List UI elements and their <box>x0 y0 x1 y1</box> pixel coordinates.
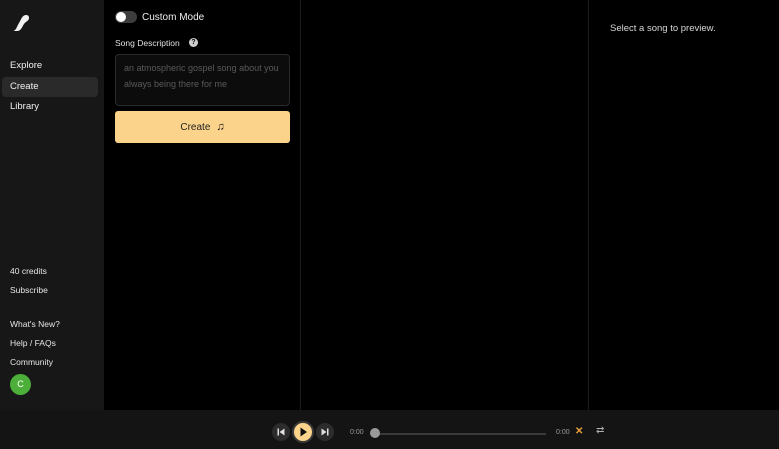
avatar[interactable]: C <box>10 374 31 395</box>
total-time: 0:00 <box>556 429 570 436</box>
sidebar-item-explore[interactable]: Explore <box>2 56 98 76</box>
credits-count: 40 credits <box>10 266 47 276</box>
repeat-icon[interactable]: ⇄ <box>596 425 604 436</box>
play-button[interactable] <box>292 421 314 443</box>
preview-panel: Select a song to preview. <box>589 0 779 410</box>
progress-track[interactable] <box>376 433 546 435</box>
sidebar-item-library[interactable]: Library <box>2 97 98 117</box>
current-time: 0:00 <box>350 429 364 436</box>
song-list-panel <box>301 0 589 410</box>
community-link[interactable]: Community <box>10 357 53 367</box>
custom-mode-label: Custom Mode <box>142 12 205 23</box>
song-description-input[interactable] <box>115 54 290 106</box>
progress-knob[interactable] <box>370 428 380 438</box>
toggle-knob <box>116 12 126 22</box>
question-circle-icon[interactable]: ? <box>189 38 198 47</box>
play-icon <box>300 427 307 437</box>
subscribe-link[interactable]: Subscribe <box>10 285 48 295</box>
shuffle-icon[interactable]: ✕ <box>575 426 583 437</box>
sidebar-item-create[interactable]: Create <box>2 77 98 97</box>
create-button-label: Create <box>180 121 211 133</box>
sidebar: Explore Create Library 40 credits Subscr… <box>0 0 104 410</box>
player-bar: 0:00 0:00 ✕ ⇄ <box>0 410 779 449</box>
create-button[interactable]: Create ♫ <box>115 111 290 143</box>
skip-next-icon <box>321 428 329 436</box>
preview-empty-text: Select a song to preview. <box>610 23 716 34</box>
whats-new-link[interactable]: What's New? <box>10 319 60 329</box>
song-description-label: Song Description <box>115 38 180 48</box>
music-note-icon: ♫ <box>216 121 225 133</box>
app-logo-icon[interactable] <box>10 12 32 34</box>
skip-previous-icon <box>277 428 285 436</box>
skip-next-button[interactable] <box>316 423 334 441</box>
custom-mode-toggle[interactable] <box>115 11 137 23</box>
create-panel: Custom Mode Song Description ? Create ♫ <box>104 0 301 410</box>
help-faqs-link[interactable]: Help / FAQs <box>10 338 56 348</box>
skip-previous-button[interactable] <box>272 423 290 441</box>
